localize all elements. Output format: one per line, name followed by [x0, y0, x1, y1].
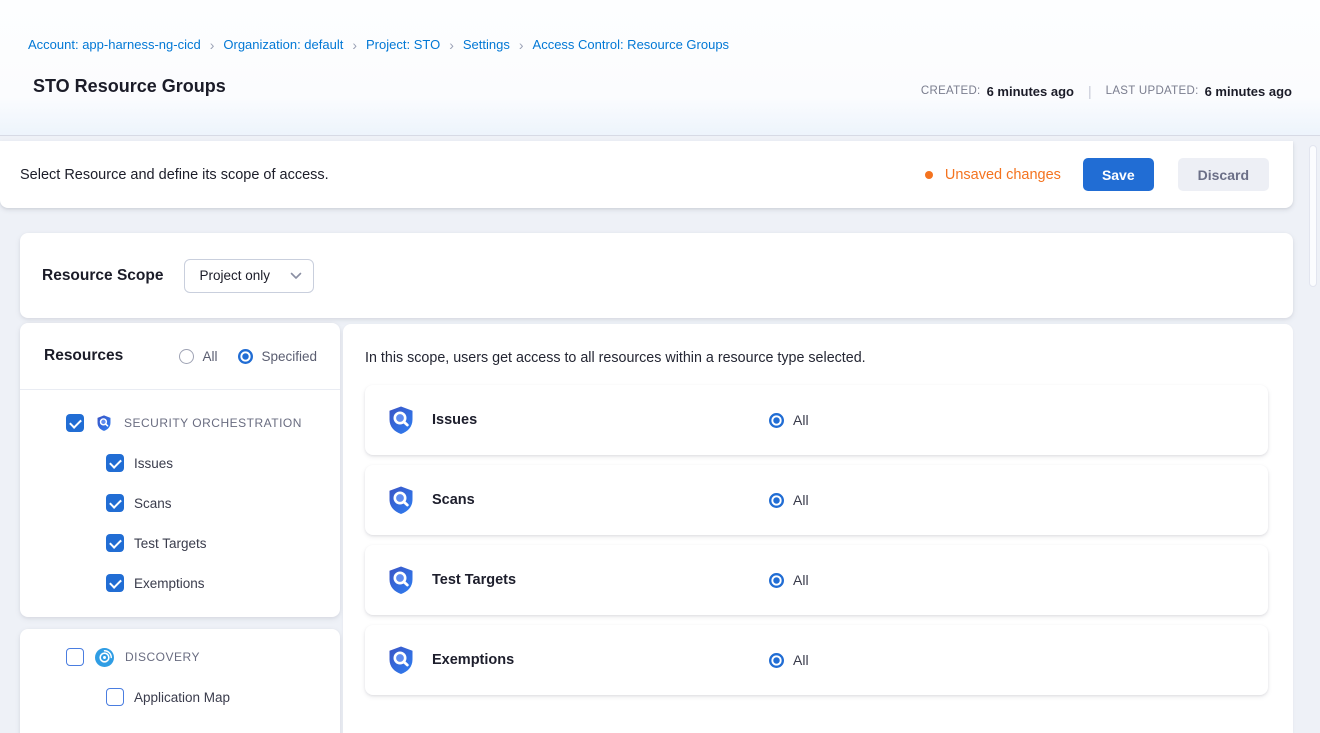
application-map-label: Application Map	[134, 690, 230, 705]
breadcrumb: Account: app-harness-ng-cicd › Organizat…	[28, 37, 729, 52]
scope-detail-panel: In this scope, users get access to all r…	[343, 324, 1293, 733]
radio-selected-icon	[238, 349, 253, 364]
tree-item-issues: Issues	[106, 451, 173, 475]
breadcrumb-separator: ›	[210, 38, 215, 52]
created-label: CREATED:	[921, 85, 981, 97]
tree-item-application-map: Application Map	[106, 685, 230, 709]
resources-title: Resources	[44, 347, 123, 365]
issues-access-radio[interactable]: All	[769, 412, 809, 428]
tree-group-security-orchestration: SECURITY ORCHESTRATION	[66, 411, 302, 435]
page-header: Account: app-harness-ng-cicd › Organizat…	[0, 0, 1320, 136]
security-orchestration-label: SECURITY ORCHESTRATION	[124, 416, 302, 430]
scans-access-radio[interactable]: All	[769, 492, 809, 508]
breadcrumb-account-link[interactable]: Account: app-harness-ng-cicd	[28, 37, 201, 52]
radio-selected-icon	[769, 653, 784, 668]
discard-button[interactable]: Discard	[1178, 158, 1269, 191]
toolbar-message: Select Resource and define its scope of …	[20, 167, 329, 183]
exemptions-access-label: All	[793, 652, 809, 668]
discovery-checkbox[interactable]	[66, 648, 84, 666]
resource-card-scans: Scans All	[365, 465, 1268, 535]
save-button[interactable]: Save	[1083, 158, 1154, 191]
breadcrumb-separator: ›	[449, 38, 454, 52]
exemptions-checkbox[interactable]	[106, 574, 124, 592]
created-value: 6 minutes ago	[987, 84, 1074, 99]
breadcrumb-separator: ›	[352, 38, 357, 52]
scope-instruction-text: In this scope, users get access to all r…	[365, 350, 866, 366]
radio-unselected-icon	[179, 349, 194, 364]
breadcrumb-separator: ›	[519, 38, 524, 52]
unsaved-changes-dot	[925, 171, 933, 179]
card-title-issues: Issues	[432, 412, 477, 428]
resources-panel: Resources All Specified SECURITY ORCHE	[20, 323, 340, 617]
issues-checkbox[interactable]	[106, 454, 124, 472]
resource-scope-card: Resource Scope Project only	[20, 233, 1293, 318]
resource-scope-value: Project only	[199, 268, 270, 283]
discovery-icon	[95, 648, 114, 667]
breadcrumb-project-link[interactable]: Project: STO	[366, 37, 440, 52]
application-map-checkbox[interactable]	[106, 688, 124, 706]
scans-checkbox[interactable]	[106, 494, 124, 512]
resource-card-test-targets: Test Targets All	[365, 545, 1268, 615]
resources-all-radio[interactable]: All	[179, 349, 217, 364]
resource-card-exemptions: Exemptions All	[365, 625, 1268, 695]
exemptions-access-radio[interactable]: All	[769, 652, 809, 668]
resource-scope-label: Resource Scope	[42, 267, 163, 285]
card-title-test-targets: Test Targets	[432, 572, 516, 588]
scans-label: Scans	[134, 496, 172, 511]
sto-shield-icon	[385, 404, 417, 436]
discovery-panel: DISCOVERY Application Map	[20, 629, 340, 733]
header-meta: CREATED: 6 minutes ago | LAST UPDATED: 6…	[921, 83, 1292, 99]
radio-selected-icon	[769, 493, 784, 508]
resources-all-label: All	[202, 349, 217, 364]
breadcrumb-resource-groups-link[interactable]: Access Control: Resource Groups	[533, 37, 730, 52]
sto-shield-icon	[385, 564, 417, 596]
radio-selected-icon	[769, 413, 784, 428]
save-toolbar: Select Resource and define its scope of …	[0, 141, 1293, 208]
tree-item-test-targets: Test Targets	[106, 531, 207, 555]
unsaved-changes-label: Unsaved changes	[945, 167, 1061, 183]
test-targets-access-label: All	[793, 572, 809, 588]
resource-group-page: Account: app-harness-ng-cicd › Organizat…	[0, 0, 1320, 733]
test-targets-label: Test Targets	[134, 536, 207, 551]
breadcrumb-settings-link[interactable]: Settings	[463, 37, 510, 52]
resources-specified-radio[interactable]: Specified	[238, 349, 317, 364]
sto-shield-icon	[385, 484, 417, 516]
discovery-label: DISCOVERY	[125, 650, 200, 664]
tree-item-exemptions: Exemptions	[106, 571, 205, 595]
test-targets-checkbox[interactable]	[106, 534, 124, 552]
card-title-scans: Scans	[432, 492, 475, 508]
breadcrumb-organization-link[interactable]: Organization: default	[223, 37, 343, 52]
resource-card-issues: Issues All	[365, 385, 1268, 455]
resources-specified-label: Specified	[261, 349, 317, 364]
exemptions-label: Exemptions	[134, 576, 205, 591]
issues-access-label: All	[793, 412, 809, 428]
sto-shield-icon	[385, 644, 417, 676]
scans-access-label: All	[793, 492, 809, 508]
radio-selected-icon	[769, 573, 784, 588]
test-targets-access-radio[interactable]: All	[769, 572, 809, 588]
meta-divider: |	[1088, 83, 1092, 99]
resource-scope-dropdown[interactable]: Project only	[184, 259, 314, 293]
sto-shield-icon	[95, 414, 113, 432]
card-title-exemptions: Exemptions	[432, 652, 514, 668]
resources-panel-header: Resources All Specified	[20, 323, 340, 390]
last-updated-value: 6 minutes ago	[1205, 84, 1292, 99]
security-orchestration-checkbox[interactable]	[66, 414, 84, 432]
last-updated-label: LAST UPDATED:	[1106, 85, 1199, 97]
tree-group-discovery: DISCOVERY	[66, 645, 200, 669]
page-title: STO Resource Groups	[33, 76, 226, 97]
tree-item-scans: Scans	[106, 491, 172, 515]
issues-label: Issues	[134, 456, 173, 471]
vertical-scrollbar-thumb[interactable]	[1309, 145, 1317, 287]
chevron-down-icon	[290, 272, 302, 280]
